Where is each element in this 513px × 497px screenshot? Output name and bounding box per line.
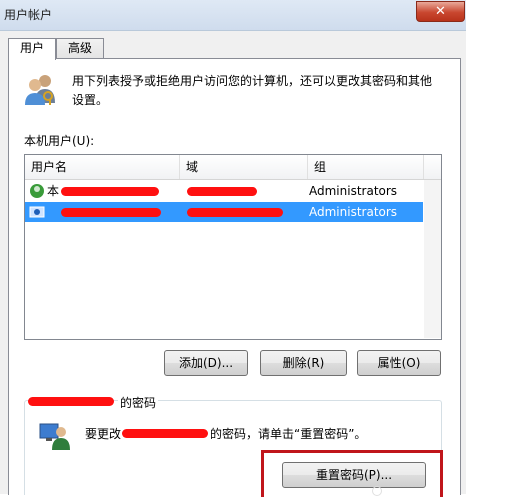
redaction-mark: [61, 187, 159, 196]
watermark-mark: [372, 486, 382, 496]
background-edge: [466, 0, 513, 494]
list-scrollbar[interactable]: [424, 180, 441, 338]
user-computer-icon: [39, 423, 70, 450]
column-header-domain[interactable]: 域: [180, 155, 308, 179]
table-row[interactable]: 本 Administrators: [25, 181, 423, 201]
remove-button[interactable]: 删除(R): [260, 350, 347, 376]
tab-users[interactable]: 用户: [8, 38, 56, 60]
close-button[interactable]: ✕: [416, 1, 465, 22]
user-icon: [29, 206, 45, 218]
row-username: 本: [47, 184, 60, 198]
users-list[interactable]: 用户名 域 组 本 Administrators Administrators: [24, 154, 442, 340]
row-group: Administrators: [309, 184, 398, 198]
window-title: 用户帐户: [4, 8, 53, 22]
list-header: 用户名 域 组: [25, 155, 441, 180]
password-instruction-suffix: 的密码，请单击“重置密码”。: [210, 427, 367, 441]
users-icon: [25, 75, 55, 105]
title-bar: 用户帐户 ✕: [0, 0, 513, 31]
redaction-mark: [61, 208, 161, 217]
column-header-group[interactable]: 组: [308, 155, 424, 179]
properties-button[interactable]: 属性(O): [357, 350, 441, 376]
users-list-label: 本机用户(U):: [24, 134, 95, 148]
column-header-username[interactable]: 用户名: [25, 155, 180, 179]
tab-advanced[interactable]: 高级: [56, 38, 104, 59]
password-section-title: 的密码: [118, 394, 159, 411]
redaction-mark: [122, 429, 208, 438]
description-text: 用下列表授予或拒绝用户访问您的计算机，还可以更改其密码和其他设置。: [72, 74, 433, 107]
redaction-mark: [187, 187, 257, 196]
redaction-mark: [28, 397, 114, 406]
user-icon: [30, 184, 44, 198]
redaction-mark: [187, 208, 283, 217]
user-accounts-dialog: 用户帐户 ✕ 用户 高级 用下列表授予或拒绝用户访问您的计算机，还可以更改其密码…: [0, 0, 513, 497]
row-group: Administrators: [309, 205, 398, 219]
password-instruction-prefix: 要更改: [85, 427, 122, 441]
add-button[interactable]: 添加(D)...: [164, 350, 248, 376]
highlight-annotation: [261, 450, 443, 497]
table-row-selected[interactable]: Administrators: [25, 202, 423, 222]
